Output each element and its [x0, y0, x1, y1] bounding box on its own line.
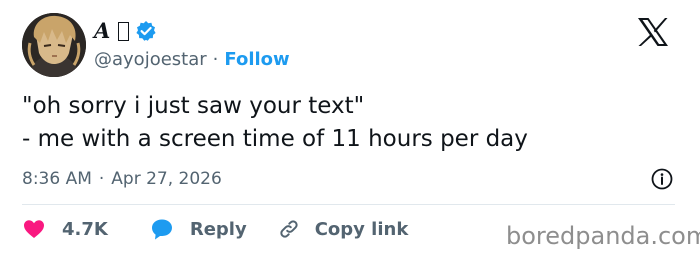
missing-glyph-box	[118, 21, 130, 41]
reply-button[interactable]: Reply	[150, 217, 247, 241]
like-count: 4.7K	[62, 218, 108, 240]
timestamp-separator: ·	[98, 169, 105, 189]
reply-label: Reply	[189, 218, 247, 240]
follow-button[interactable]: Follow	[224, 47, 289, 73]
author-handle[interactable]: @ayojoestar	[94, 47, 207, 73]
watermark: boredpanda.com	[506, 222, 700, 250]
tweet-card: 𝑨 @ayojoestar · Follow "oh sorry i just …	[0, 0, 700, 256]
display-name[interactable]: 𝑨	[94, 16, 110, 46]
copy-link-button[interactable]: Copy link	[277, 217, 409, 241]
info-icon[interactable]	[650, 167, 674, 191]
handle-separator: ·	[212, 49, 219, 70]
divider	[22, 204, 675, 205]
verified-badge-icon	[135, 20, 157, 42]
copy-link-label: Copy link	[314, 218, 409, 240]
avatar[interactable]	[22, 13, 86, 77]
action-bar: 4.7K Reply Copy link	[22, 214, 408, 244]
speech-bubble-icon	[150, 217, 174, 241]
like-button[interactable]: 4.7K	[22, 217, 108, 241]
tweet-text-line-1: "oh sorry i just saw your text"	[22, 93, 365, 119]
link-icon	[277, 217, 301, 241]
x-logo-icon[interactable]	[636, 16, 670, 48]
tweet-date[interactable]: Apr 27, 2026	[111, 169, 222, 189]
tweet-text-line-2: - me with a screen time of 11 hours per …	[22, 126, 528, 152]
author-name-row: 𝑨	[94, 16, 157, 46]
heart-icon	[22, 217, 46, 241]
tweet-time[interactable]: 8:36 AM	[22, 169, 92, 189]
tweet-text: "oh sorry i just saw your text" - me with…	[22, 90, 672, 156]
handle-row: @ayojoestar · Follow	[94, 47, 290, 73]
timestamp-row: 8:36 AM · Apr 27, 2026	[22, 166, 222, 192]
